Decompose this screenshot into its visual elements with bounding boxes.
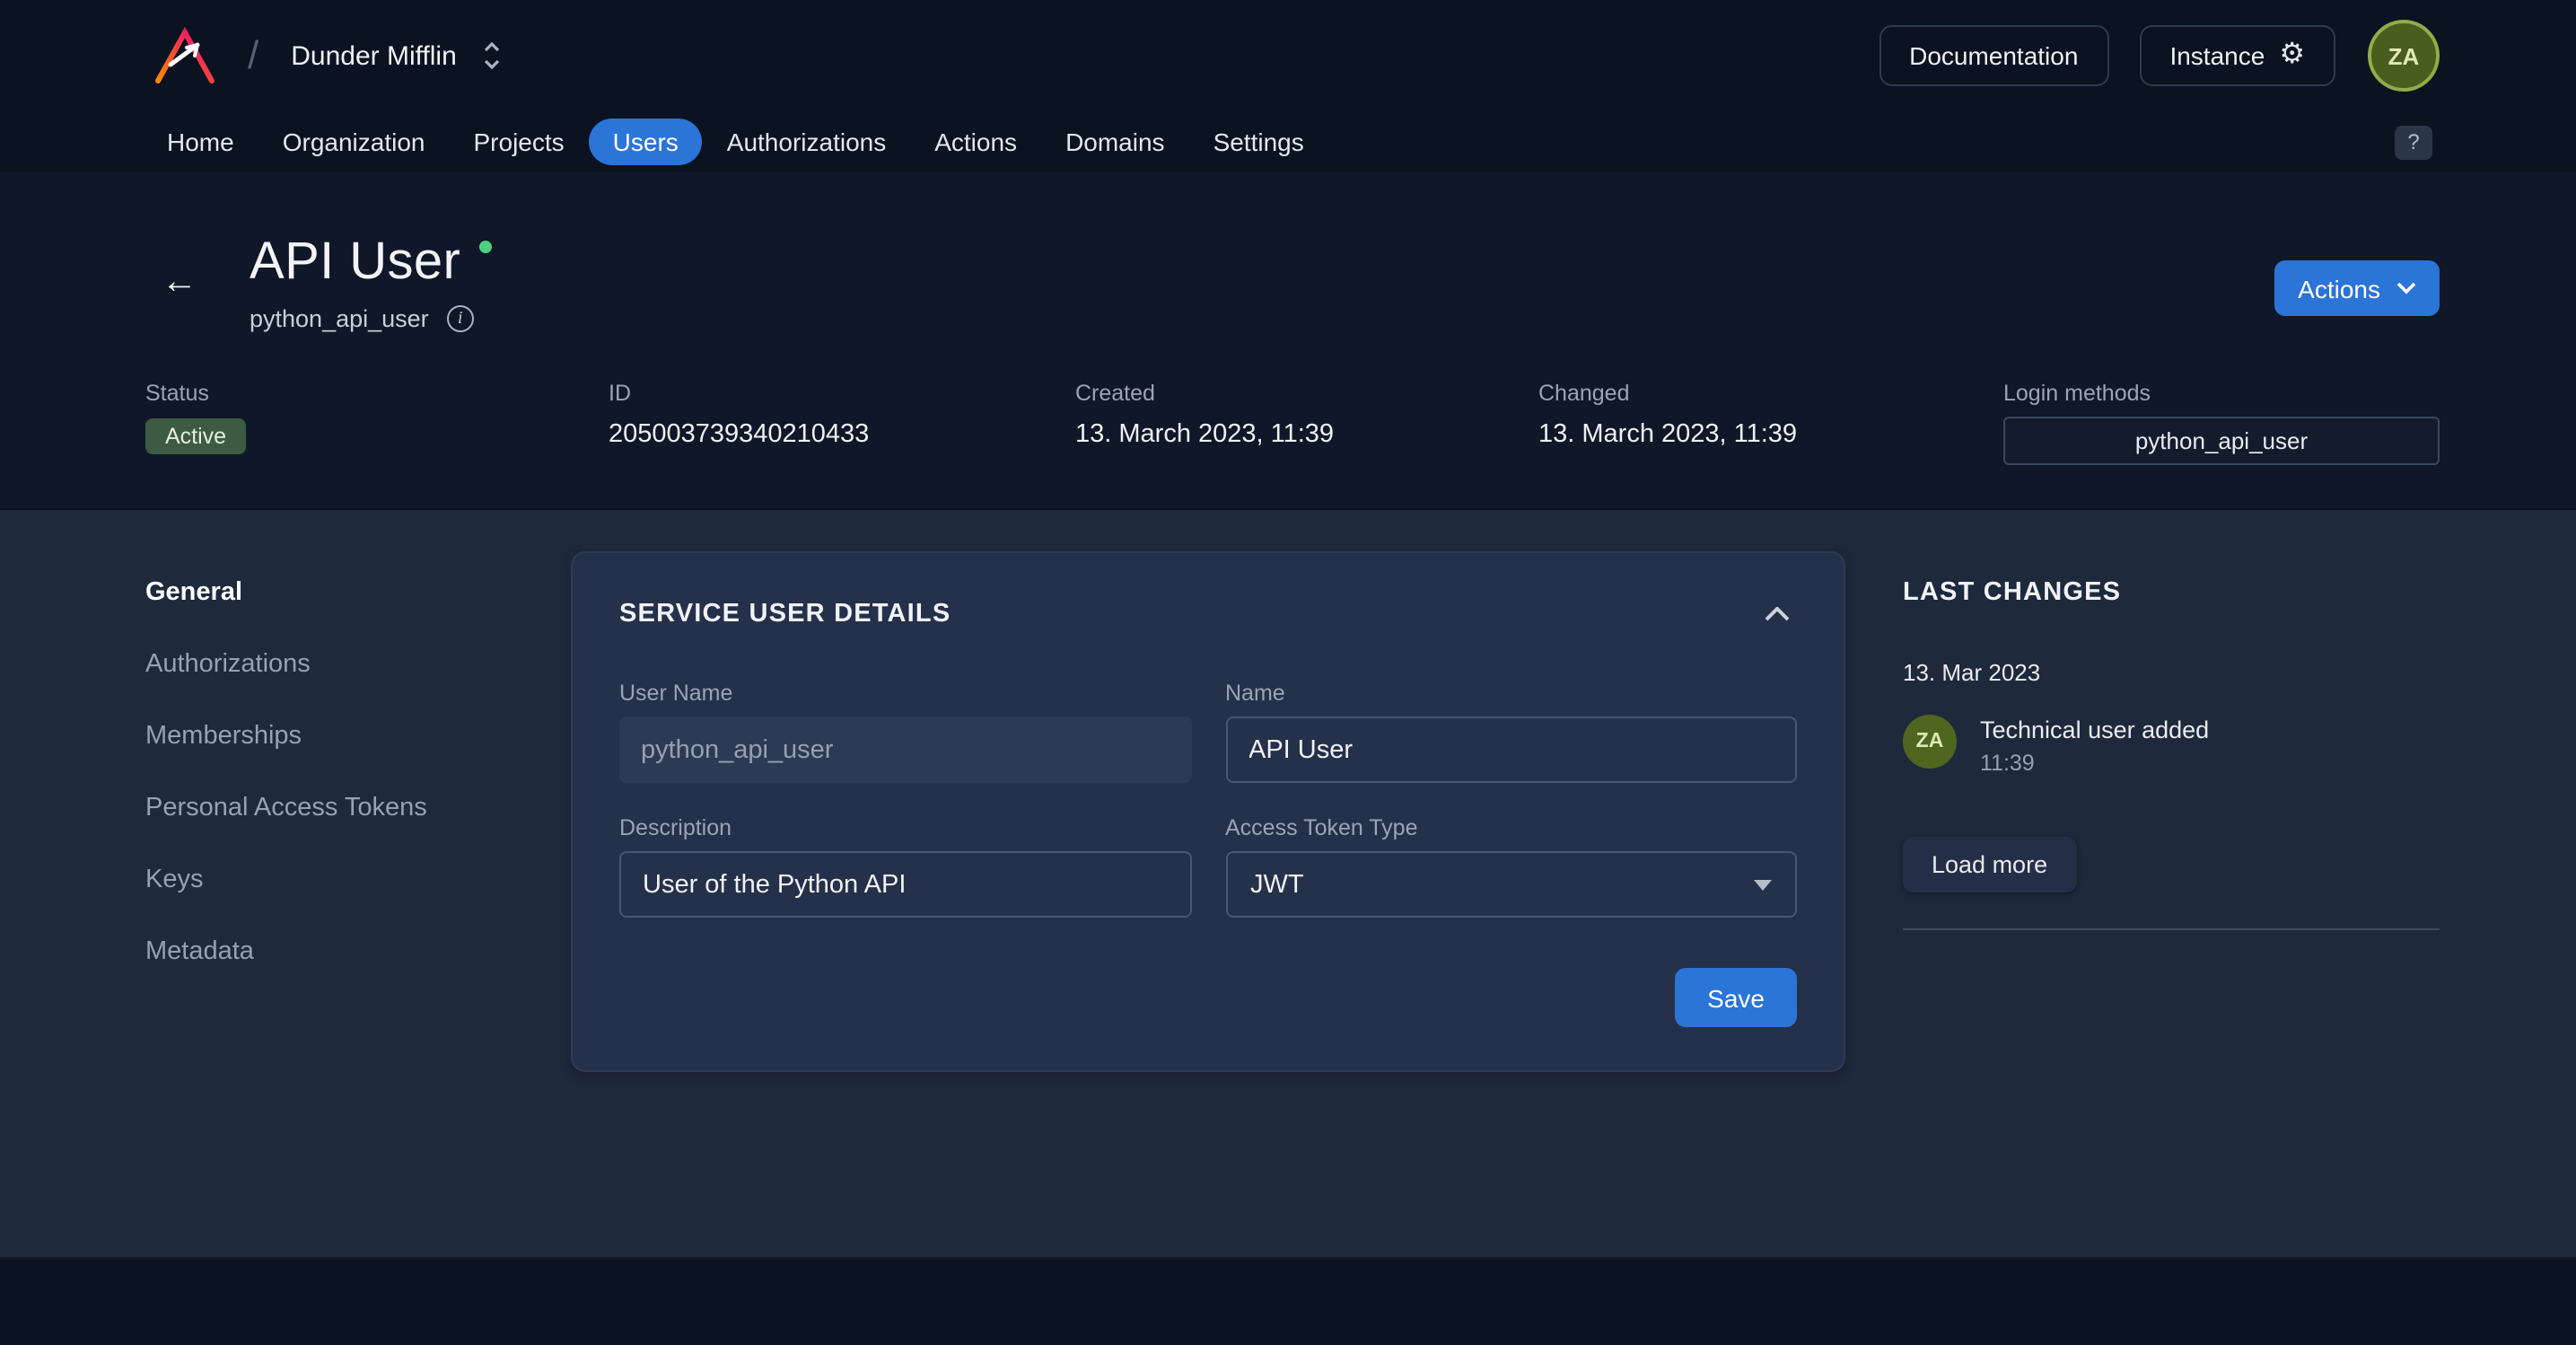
org-name: Dunder Mifflin bbox=[291, 40, 457, 71]
sidebar-item-memberships[interactable]: Memberships bbox=[145, 722, 571, 751]
main-content: General Authorizations Memberships Perso… bbox=[0, 510, 2576, 1257]
sidebar-item-keys[interactable]: Keys bbox=[145, 866, 571, 894]
zitadel-logo-icon[interactable] bbox=[147, 22, 223, 90]
access-token-type-select[interactable]: JWT bbox=[1225, 851, 1797, 918]
actions-button-label: Actions bbox=[2298, 274, 2380, 303]
title-row: ← API User python_api_user i Actions bbox=[145, 233, 2440, 332]
change-entry-time: 11:39 bbox=[1980, 751, 2209, 776]
topbar: / Dunder Mifflin Documentation Instance … bbox=[0, 0, 2576, 172]
active-dot-icon bbox=[478, 241, 491, 253]
change-entry-text: Technical user added bbox=[1980, 716, 2209, 743]
collapse-button[interactable] bbox=[1757, 593, 1797, 634]
last-changes-title: LAST CHANGES bbox=[1903, 578, 2440, 607]
login-methods-label: Login methods bbox=[2003, 381, 2440, 406]
sidebar-item-metadata[interactable]: Metadata bbox=[145, 937, 571, 966]
meta-changed: Changed 13. March 2023, 11:39 bbox=[1538, 381, 2003, 465]
changed-value: 13. March 2023, 11:39 bbox=[1538, 420, 2003, 449]
page-header: ← API User python_api_user i Actions Sta… bbox=[0, 172, 2576, 510]
created-value: 13. March 2023, 11:39 bbox=[1075, 420, 1538, 449]
title-block: API User python_api_user i bbox=[250, 233, 491, 332]
status-label: Status bbox=[145, 381, 609, 406]
instance-label: Instance bbox=[2169, 41, 2265, 70]
change-date: 13. Mar 2023 bbox=[1903, 659, 2440, 686]
name-label: Name bbox=[1225, 681, 1797, 706]
description-input[interactable] bbox=[619, 851, 1191, 918]
changed-label: Changed bbox=[1538, 381, 2003, 406]
created-label: Created bbox=[1075, 381, 1538, 406]
tab-settings[interactable]: Settings bbox=[1214, 127, 1304, 156]
service-user-details-card: SERVICE USER DETAILS User Name Name bbox=[571, 551, 1845, 1072]
change-entry: ZA Technical user added 11:39 bbox=[1903, 715, 2440, 776]
info-icon[interactable]: i bbox=[447, 305, 474, 332]
instance-button[interactable]: Instance ⚙ bbox=[2139, 25, 2335, 86]
actions-button[interactable]: Actions bbox=[2274, 260, 2440, 316]
help-button[interactable]: ? bbox=[2395, 125, 2432, 159]
chevron-up-icon bbox=[1765, 607, 1790, 621]
gear-icon: ⚙ bbox=[2279, 41, 2305, 70]
id-label: ID bbox=[609, 381, 1075, 406]
tab-home[interactable]: Home bbox=[167, 127, 234, 156]
user-id-subtitle: python_api_user bbox=[250, 305, 429, 332]
dropdown-caret-icon bbox=[1754, 879, 1772, 890]
main-nav: Home Organization Projects Users Authori… bbox=[0, 111, 2576, 172]
page-title: API User bbox=[250, 233, 460, 291]
documentation-button[interactable]: Documentation bbox=[1879, 25, 2108, 86]
last-changes-panel: LAST CHANGES 13. Mar 2023 ZA Technical u… bbox=[1903, 510, 2440, 1257]
access-token-type-label: Access Token Type bbox=[1225, 815, 1797, 840]
access-token-type-value: JWT bbox=[1250, 870, 1304, 899]
documentation-label: Documentation bbox=[1909, 41, 2078, 70]
app-root: / Dunder Mifflin Documentation Instance … bbox=[0, 0, 2576, 1345]
meta-created: Created 13. March 2023, 11:39 bbox=[1075, 381, 1538, 465]
card-title: SERVICE USER DETAILS bbox=[619, 599, 951, 628]
change-entry-body: Technical user added 11:39 bbox=[1980, 715, 2209, 776]
topbar-row: / Dunder Mifflin Documentation Instance … bbox=[0, 0, 2576, 111]
meta-row: Status Active ID 205003739340210433 Crea… bbox=[145, 381, 2440, 465]
sidebar-item-authorizations[interactable]: Authorizations bbox=[145, 650, 571, 679]
field-access-token-type: Access Token Type JWT bbox=[1225, 815, 1797, 918]
id-value: 205003739340210433 bbox=[609, 420, 1075, 449]
name-input[interactable] bbox=[1225, 716, 1797, 783]
field-description: Description bbox=[619, 815, 1191, 918]
description-label: Description bbox=[619, 815, 1191, 840]
tab-organization[interactable]: Organization bbox=[283, 127, 425, 156]
field-name: Name bbox=[1225, 681, 1797, 783]
meta-status: Status Active bbox=[145, 381, 609, 465]
tab-projects[interactable]: Projects bbox=[474, 127, 565, 156]
meta-id: ID 205003739340210433 bbox=[609, 381, 1075, 465]
chevron-down-icon bbox=[2396, 282, 2416, 294]
changes-divider bbox=[1903, 928, 2440, 930]
sidebar-item-personal-access-tokens[interactable]: Personal Access Tokens bbox=[145, 794, 571, 822]
tab-actions[interactable]: Actions bbox=[934, 127, 1017, 156]
meta-login-methods: Login methods python_api_user bbox=[2003, 381, 2440, 465]
change-avatar: ZA bbox=[1903, 715, 1957, 769]
tab-authorizations[interactable]: Authorizations bbox=[727, 127, 886, 156]
details-form: User Name Name Description Access Token … bbox=[619, 681, 1797, 918]
tab-users[interactable]: Users bbox=[590, 119, 702, 165]
change-avatar-initials: ZA bbox=[1916, 731, 1944, 752]
field-user-name: User Name bbox=[619, 681, 1191, 783]
save-button[interactable]: Save bbox=[1675, 968, 1797, 1027]
tab-domains[interactable]: Domains bbox=[1065, 127, 1165, 156]
sidebar-item-general[interactable]: General bbox=[145, 578, 571, 607]
save-row: Save bbox=[619, 968, 1797, 1027]
footer bbox=[0, 1257, 2576, 1345]
user-name-input bbox=[619, 716, 1191, 783]
org-switcher[interactable]: Dunder Mifflin bbox=[291, 40, 502, 72]
login-method-item: python_api_user bbox=[2003, 417, 2440, 465]
breadcrumb-slash: / bbox=[248, 32, 258, 79]
status-badge: Active bbox=[145, 418, 246, 454]
load-more-button[interactable]: Load more bbox=[1903, 837, 2076, 892]
user-name-label: User Name bbox=[619, 681, 1191, 706]
user-avatar[interactable]: ZA bbox=[2368, 20, 2440, 92]
subtitle-row: python_api_user i bbox=[250, 305, 491, 332]
section-sidebar: General Authorizations Memberships Perso… bbox=[145, 510, 571, 1257]
avatar-initials: ZA bbox=[2388, 42, 2420, 69]
back-arrow-icon[interactable]: ← bbox=[162, 264, 197, 300]
unfold-more-icon bbox=[484, 40, 502, 72]
card-header: SERVICE USER DETAILS bbox=[619, 593, 1797, 634]
